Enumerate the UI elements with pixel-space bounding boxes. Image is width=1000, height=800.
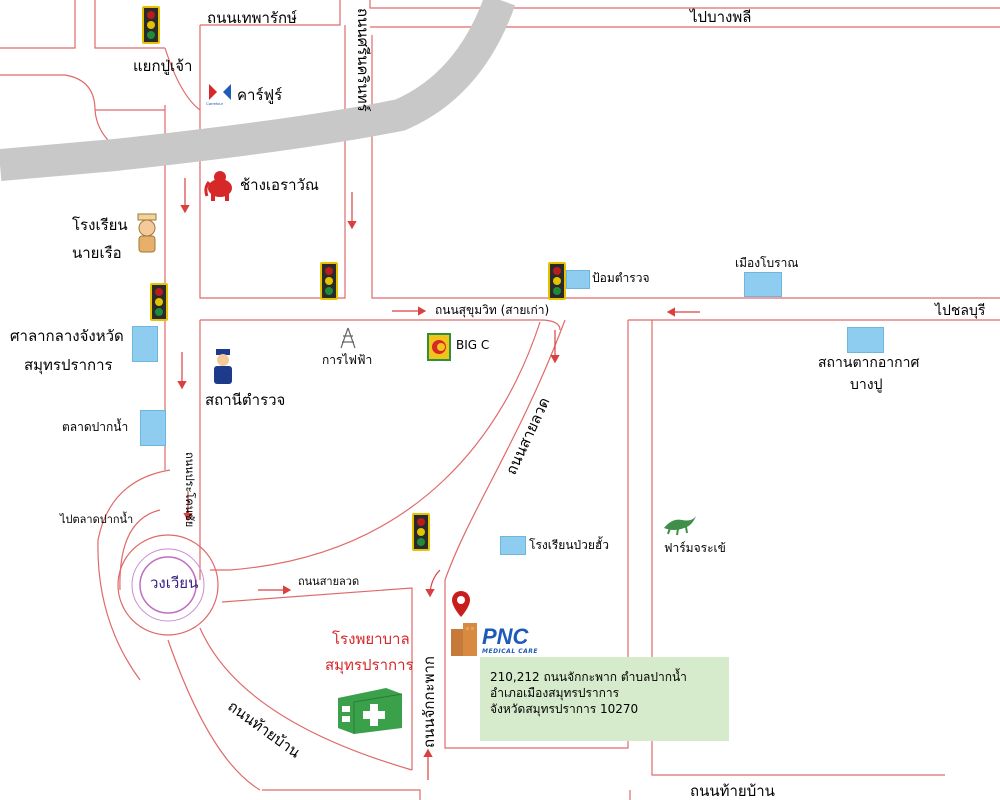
place-police-station: สถานีตำรวจ [205,391,286,409]
traffic-light-icon [548,262,566,300]
road-label-thaiban-bottom: ถนนท้ายบ้าน [690,782,775,800]
hospital-building-icon [338,688,403,734]
road-label-to-chonburi: ไปชลบุรี [935,303,986,319]
traffic-light-icon [320,262,338,300]
place-poiyua-school: โรงเรียนป่วยฮั้ว [529,538,609,552]
road-label-sailuat-lower: ถนนสายลวด [298,575,360,588]
place-bigc: BIG C [456,338,490,352]
erawan-elephant-icon [204,171,232,201]
place-bangpu-line1: สถานตากอากาศ [818,355,920,371]
road-label-to-paknam-market: ไปตลาดปากน้ำ [60,513,134,526]
road-label-srinakarin: ถนนศรีนครินทร์ [354,8,372,112]
clinic-address-panel: 210,212 ถนนจักกะพาก ตำบลปากน้ำ อำเภอเมือ… [480,657,729,741]
place-croc-farm: ฟาร์มจระเข้ [664,541,726,555]
place-carrefour: คาร์ฟูร์ [237,86,283,104]
address-line-2: อำเภอเมืองสมุทรปราการ [490,686,620,700]
carrefour-logo-text: Carrefour [206,101,224,106]
road-label-prakonchai: ถนนประโคนชัย [183,452,196,528]
electricity-tower-icon [340,327,356,349]
place-roundabout: วงเวียน [150,574,199,592]
clinic-name: PNC [482,624,529,649]
police-officer-icon [214,349,232,384]
place-hospital-line1: โรงพยาบาล [332,630,410,648]
place-naval-school-line2: นายเรือ [72,244,122,262]
road-label-sukhumvit: ถนนสุขุมวิท (สายเก่า) [435,303,550,317]
police-box-marker [566,270,590,289]
address-line-1: 210,212 ถนนจักกะพาก ตำบลปากน้ำ [490,670,687,684]
location-pin-icon[interactable] [451,590,471,618]
poiyua-school-marker [500,536,526,555]
place-electricity: การไฟฟ้า [322,353,373,367]
place-city-hall-line1: ศาลากลางจังหวัด [10,327,124,345]
place-erawan: ช้างเอราวัณ [240,176,319,194]
road-label-thepharak: ถนนเทพารักษ์ [207,9,297,27]
city-hall-marker [132,326,158,362]
bigc-logo-icon [427,333,451,361]
clinic-tagline: MEDICAL CARE [482,648,539,655]
place-naval-school-line1: โรงเรียน [72,216,128,234]
place-puchao-junction: แยกปู่เจ้า [133,57,193,75]
bangpu-marker [847,327,884,353]
place-bangpu-line2: บางปู [850,377,883,393]
address-line-3: จังหวัดสมุทรปราการ 10270 [490,702,639,716]
place-police-box: ป้อมตำรวจ [592,271,650,285]
road-label-chakkraphak: ถนนจักกะพาก [420,656,438,748]
clinic-building-icon [451,623,477,656]
traffic-light-icon [150,283,168,321]
place-hospital-line2: สมุทรปราการ [325,656,414,674]
paknam-market-marker [140,410,166,446]
naval-cadet-icon [137,213,157,253]
place-city-hall-line2: สมุทรปราการ [24,356,113,374]
crocodile-icon [664,516,696,536]
carrefour-logo-icon: Carrefour [206,84,231,106]
place-ancient-city: เมืองโบราณ [735,256,799,270]
traffic-light-icon [142,6,160,44]
place-paknam-market: ตลาดปากน้ำ [62,420,129,434]
road-label-to-bangphli: ไปบางพลี [690,8,752,26]
traffic-light-icon [412,513,430,551]
ancient-city-marker [744,272,782,297]
